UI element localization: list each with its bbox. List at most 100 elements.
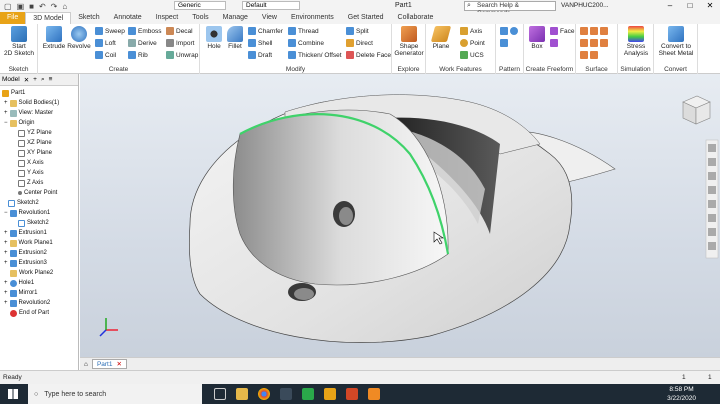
expand-icon[interactable]: + [4,258,8,268]
tree-item-mirror1[interactable]: + Mirror1 [4,288,38,298]
app-icon[interactable] [280,388,292,400]
surface-tools-row-3[interactable] [580,51,598,59]
expand-icon[interactable]: + [4,288,8,298]
expand-icon[interactable]: + [4,108,8,118]
tree-item-extrusion3[interactable]: + Extrusion3 [4,258,47,268]
close-icon[interactable]: ✕ [700,0,720,12]
tree-item-sketch2[interactable]: Sketch2 [8,198,39,208]
tree-item-center-point[interactable]: Center Point [18,188,57,198]
view-face-icon[interactable] [708,228,716,236]
rectangular-pattern-button[interactable] [500,27,518,35]
emboss-button[interactable]: Emboss [128,27,161,35]
orbit-icon[interactable] [708,186,716,194]
tree-item-work-plane2[interactable]: Work Plane2 [10,268,53,278]
delete-face-button[interactable]: Delete Face [346,51,391,59]
sweep-button[interactable]: Sweep [95,27,125,35]
tree-item-x-axis[interactable]: X Axis [18,158,44,168]
tree-item-end-of-part[interactable]: End of Part [10,308,49,318]
tree-item-solid-bodies[interactable]: + Solid Bodies(1) [4,98,59,108]
tree-item-extrusion1[interactable]: + Extrusion1 [4,228,47,238]
tab-collaborate[interactable]: Collaborate [391,12,441,24]
chamfer-button[interactable]: Chamfer [248,27,283,35]
open-icon[interactable]: ▣ [17,2,25,11]
tree-item-z-axis[interactable]: Z Axis [18,178,43,188]
appearance-dropdown[interactable]: Default [242,1,300,10]
taskbar-search-input[interactable]: ○ Type here to search [28,384,202,404]
tab-inspect[interactable]: Inspect [149,12,186,24]
collapse-icon[interactable]: − [4,118,8,128]
zoom-all-icon[interactable] [708,214,716,222]
windows-start-icon[interactable] [8,389,18,399]
nav-bar-menu-icon[interactable] [708,242,716,250]
expand-icon[interactable]: + [4,248,8,258]
tree-item-sketch2-child[interactable]: Sketch2 [18,218,49,228]
rib-button[interactable]: Rib [128,51,148,59]
redo-icon[interactable]: ↷ [51,2,58,11]
tree-item-yz-plane[interactable]: YZ Plane [18,128,52,138]
draft-button[interactable]: Draft [248,51,272,59]
tree-item-work-plane1[interactable]: + Work Plane1 [4,238,53,248]
plane-button[interactable]: Plane [429,26,453,50]
tree-item-revolution2[interactable]: + Revolution2 [4,298,50,308]
extrude-button[interactable]: Extrude [42,26,66,50]
tab-tools[interactable]: Tools [185,12,215,24]
tree-item-part1[interactable]: Part1 [2,88,25,98]
maximize-icon[interactable]: □ [680,0,700,12]
point-button[interactable]: Point [460,39,485,47]
home-icon[interactable]: ⌂ [62,2,67,11]
coil-button[interactable]: Coil [95,51,116,59]
thicken-offset-button[interactable]: Thicken/ Offset [288,51,342,59]
freeform-tool-button[interactable] [550,39,558,47]
tree-item-y-axis[interactable]: Y Axis [18,168,44,178]
help-search-input[interactable]: ⌕ Search Help & Commands... [464,1,556,17]
tree-item-extrusion2[interactable]: + Extrusion2 [4,248,47,258]
expand-icon[interactable]: + [4,278,8,288]
menu-icon[interactable]: ≡ [49,76,53,83]
decal-button[interactable]: Decal [166,27,193,35]
tree-item-revolution1[interactable]: − Revolution1 [4,208,50,218]
shape-generator-button[interactable]: Shape Generator [394,26,424,57]
tab-annotate[interactable]: Annotate [107,12,149,24]
box-button[interactable]: Box [527,26,547,50]
axis-button[interactable]: Axis [460,27,482,35]
tree-item-view[interactable]: + View: Master [4,108,53,118]
explorer-icon[interactable] [236,388,248,400]
combine-button[interactable]: Combine [288,39,324,47]
collapse-icon[interactable]: − [4,208,8,218]
taskbar-clock[interactable]: 8:58 PM 3/22/2020 [667,385,696,403]
pan-icon[interactable] [708,158,716,166]
split-button[interactable]: Split [346,27,369,35]
app-orange-icon[interactable] [368,388,380,400]
tab-get-started[interactable]: Get Started [341,12,391,24]
revolve-button[interactable]: Revolve [67,26,91,50]
close-icon[interactable]: ✕ [116,360,121,368]
mirror-button[interactable] [500,39,508,47]
tree-item-xy-plane[interactable]: XY Plane [18,148,52,158]
tab-3d-model[interactable]: 3D Model [25,12,72,24]
navigation-bar[interactable] [705,139,719,259]
user-account[interactable]: VANPHUC200... [561,2,609,9]
add-icon[interactable]: + [33,76,37,83]
tree-item-xz-plane[interactable]: XZ Plane [18,138,52,148]
hole-button[interactable]: Hole [204,26,224,50]
surface-tools-row-2[interactable] [580,39,608,47]
document-tab-part1[interactable]: Part1 ✕ [91,359,127,369]
full-navigation-wheel-icon[interactable] [708,144,716,152]
expand-icon[interactable]: + [4,238,8,248]
save-icon[interactable]: ■ [29,2,34,11]
unwrap-button[interactable]: Unwrap [166,51,198,59]
tab-view[interactable]: View [255,12,284,24]
ucs-button[interactable]: UCS [460,51,484,59]
material-dropdown[interactable]: Generic [174,1,226,10]
expand-icon[interactable]: + [4,298,8,308]
shell-button[interactable]: Shell [248,39,272,47]
zoom-icon[interactable] [708,172,716,180]
app-red-icon[interactable] [346,388,358,400]
thread-button[interactable]: Thread [288,27,319,35]
tab-file[interactable]: File [0,12,26,24]
graphics-viewport[interactable] [80,74,720,357]
expand-icon[interactable]: + [4,98,8,108]
tab-sketch[interactable]: Sketch [71,12,106,24]
fillet-button[interactable]: Fillet [225,26,245,50]
tab-environments[interactable]: Environments [284,12,341,24]
